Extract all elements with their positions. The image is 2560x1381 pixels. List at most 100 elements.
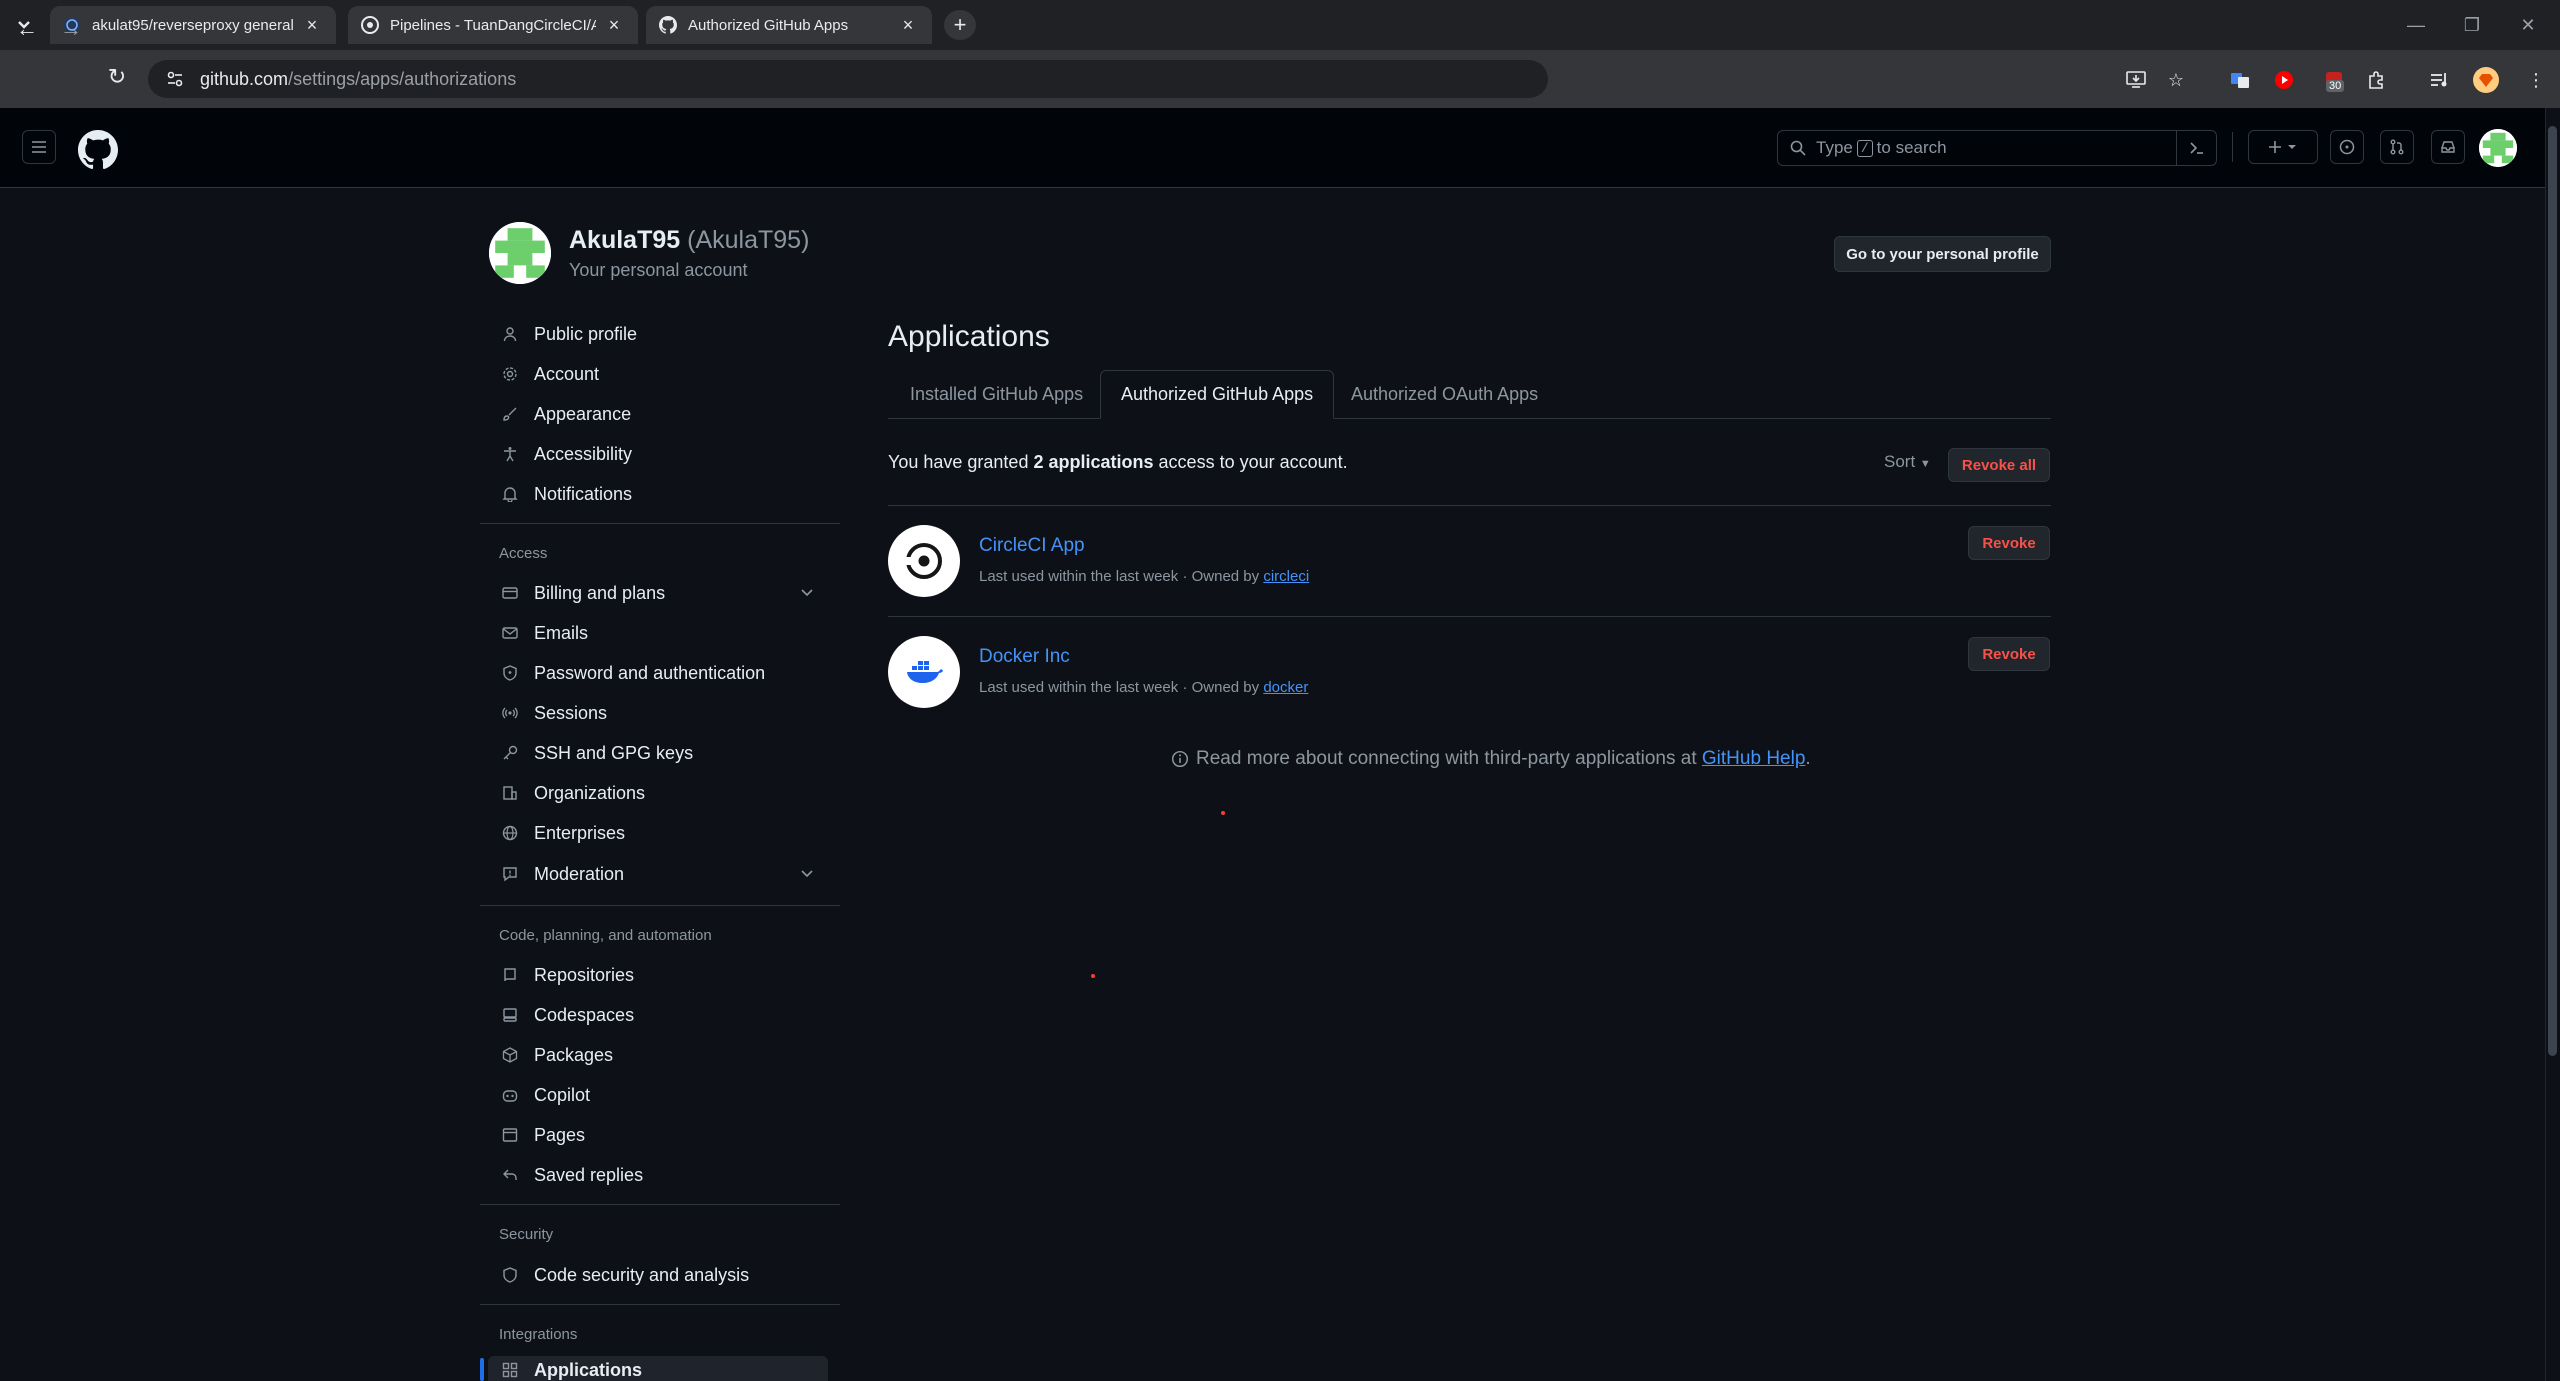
minimize-window-icon[interactable]: —: [2388, 0, 2444, 50]
search-shortcut-key: /: [1856, 139, 1873, 157]
sidebar-item-appearance[interactable]: Appearance: [488, 395, 828, 433]
revoke-button[interactable]: Revoke: [1968, 526, 2050, 560]
close-window-icon[interactable]: ✕: [2500, 0, 2556, 50]
sidebar-item-label: Account: [534, 363, 600, 384]
command-palette-icon[interactable]: [2176, 131, 2216, 165]
sidebar-heading-access: Access: [499, 545, 548, 562]
sidebar-item-label: Accessibility: [534, 443, 633, 464]
pull-requests-icon[interactable]: [2380, 130, 2414, 164]
issues-icon[interactable]: [2330, 130, 2364, 164]
inbox-icon[interactable]: [2431, 130, 2465, 164]
info-icon: [1170, 749, 1190, 769]
bookmark-star-icon[interactable]: ☆: [2160, 64, 2192, 96]
sidebar-item-account[interactable]: Account: [488, 355, 828, 393]
sidebar-item-label: Enterprises: [534, 822, 626, 843]
restore-window-icon[interactable]: ❐: [2444, 0, 2500, 50]
sidebar-item-ssh-gpg[interactable]: SSH and GPG keys: [488, 734, 828, 772]
tab-title: Authorized GitHub Apps: [688, 16, 849, 34]
search-placeholder-after: to search: [1876, 138, 1947, 157]
sidebar-item-notifications[interactable]: Notifications: [488, 475, 828, 513]
profile-avatar-icon[interactable]: [2470, 64, 2502, 96]
url-path: /settings/apps/authorizations: [288, 68, 517, 89]
github-help-link[interactable]: GitHub Help: [1702, 748, 1806, 770]
sidebar-item-billing[interactable]: Billing and plans: [488, 574, 828, 612]
help-end: .: [1805, 748, 1811, 769]
chevron-down-icon[interactable]: [800, 866, 814, 883]
sidebar-item-label: Codespaces: [534, 1004, 635, 1025]
sidebar-item-code-security[interactable]: Code security and analysis: [488, 1256, 828, 1294]
tab-authorized-github-apps[interactable]: Authorized GitHub Apps: [1100, 370, 1335, 419]
sidebar-item-moderation[interactable]: Moderation: [488, 855, 828, 893]
circleci-favicon-icon: [360, 15, 380, 35]
codespaces-icon: [500, 1005, 520, 1025]
copilot-icon: [500, 1085, 520, 1105]
close-tab-icon[interactable]: ×: [896, 13, 920, 37]
sidebar-item-emails[interactable]: Emails: [488, 614, 828, 652]
hamburger-menu-icon[interactable]: [22, 130, 56, 164]
install-app-icon[interactable]: [2120, 64, 2152, 96]
translate-extension-icon[interactable]: [2224, 64, 2256, 96]
youtube-extension-icon[interactable]: [2268, 64, 2300, 96]
app-owner-link[interactable]: docker: [1263, 679, 1308, 696]
circleci-logo-icon: [888, 525, 960, 597]
granted-summary: You have granted 2 applications access t…: [888, 452, 1348, 473]
address-bar[interactable]: github.com/settings/apps/authorizations: [148, 60, 1548, 98]
browser-menu-icon[interactable]: ⋮: [2520, 64, 2552, 96]
app-owner-link[interactable]: circleci: [1263, 568, 1309, 585]
media-controls-icon[interactable]: [2424, 64, 2456, 96]
globe-icon: [500, 823, 520, 843]
scrollbar-thumb[interactable]: [2548, 126, 2557, 1056]
go-to-profile-button[interactable]: Go to your personal profile: [1834, 236, 2051, 272]
sidebar-item-repositories[interactable]: Repositories: [488, 956, 828, 994]
browser-tab-1[interactable]: akulat95/reverseproxy general | ×: [50, 6, 336, 44]
sidebar-item-saved-replies[interactable]: Saved replies: [488, 1156, 828, 1194]
page-title: Applications: [888, 320, 1050, 353]
sidebar-item-label: Applications: [534, 1360, 643, 1380]
github-logo-icon[interactable]: [78, 130, 120, 172]
reload-icon[interactable]: ↻: [100, 60, 134, 94]
sidebar-item-public-profile[interactable]: Public profile: [488, 315, 828, 353]
revoke-button[interactable]: Revoke: [1968, 637, 2050, 671]
sidebar-item-accessibility[interactable]: Accessibility: [488, 435, 828, 473]
sidebar-item-pages[interactable]: Pages: [488, 1116, 828, 1154]
tab-title: akulat95/reverseproxy general |: [92, 16, 294, 34]
user-avatar[interactable]: [2479, 129, 2517, 167]
tab-authorized-oauth-apps[interactable]: Authorized OAuth Apps: [1331, 370, 1558, 419]
account-display-name: AkulaT95: [569, 226, 681, 254]
sidebar-item-enterprises[interactable]: Enterprises: [488, 814, 828, 852]
sidebar-item-organizations[interactable]: Organizations: [488, 774, 828, 812]
site-settings-icon[interactable]: [164, 68, 186, 90]
gear-icon: [500, 364, 520, 384]
tab-title: Pipelines - TuanDangCircleCI/A: [390, 16, 596, 34]
close-tab-icon[interactable]: ×: [602, 13, 626, 37]
shield-check-icon: [500, 1265, 520, 1285]
sidebar-selected-indicator: [480, 1358, 484, 1381]
app-name-link[interactable]: Docker Inc: [979, 646, 1070, 668]
chevron-down-icon[interactable]: [800, 585, 814, 602]
close-tab-icon[interactable]: ×: [300, 13, 324, 37]
sidebar-item-applications[interactable]: Applications: [488, 1356, 828, 1381]
tab-installed-github-apps[interactable]: Installed GitHub Apps: [890, 370, 1103, 419]
sidebar-item-sessions[interactable]: Sessions: [488, 694, 828, 732]
forward-arrow-icon[interactable]: →: [54, 12, 88, 46]
browser-tab-2[interactable]: Pipelines - TuanDangCircleCI/A ×: [348, 6, 638, 44]
sidebar-item-password-auth[interactable]: Password and authentication: [488, 654, 828, 692]
sidebar-item-copilot[interactable]: Copilot: [488, 1076, 828, 1114]
app-name-link[interactable]: CircleCI App: [979, 535, 1085, 557]
new-tab-plus-icon[interactable]: +: [944, 10, 976, 40]
create-new-plus-icon[interactable]: [2248, 130, 2318, 164]
app-meta-text: Last used within the last week · Owned b…: [979, 568, 1260, 585]
header-divider: [2232, 132, 2233, 162]
back-arrow-icon[interactable]: ←: [10, 12, 44, 46]
sidebar-heading-integrations: Integrations: [499, 1326, 578, 1343]
revoke-all-button[interactable]: Revoke all: [1948, 448, 2050, 482]
sidebar-item-codespaces[interactable]: Codespaces: [488, 996, 828, 1034]
sidebar-item-packages[interactable]: Packages: [488, 1036, 828, 1074]
browser-icon: [500, 1125, 520, 1145]
browser-tab-3-active[interactable]: Authorized GitHub Apps ×: [646, 6, 932, 44]
account-name: AkulaT95 (AkulaT95): [569, 226, 809, 255]
github-search-input[interactable]: Type / to search: [1777, 130, 2217, 166]
extensions-puzzle-icon[interactable]: [2360, 64, 2392, 96]
sort-button[interactable]: Sort ▼: [1884, 452, 1931, 472]
sidebar-item-label: Billing and plans: [534, 582, 666, 603]
